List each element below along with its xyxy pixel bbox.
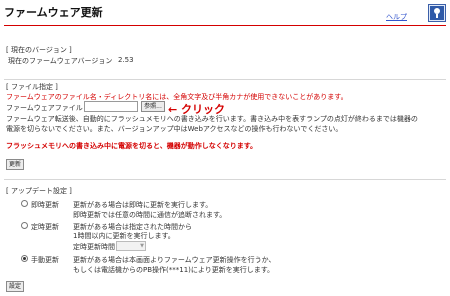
manual-update-desc2: もしくは電話機からのPB操作(***11)により更新を実行します。	[73, 266, 275, 274]
radio-manual-update[interactable]	[21, 255, 28, 262]
settings-button[interactable]: 設定	[6, 281, 24, 292]
scheduled-update-label: 定時更新	[31, 223, 59, 231]
current-version-section-title: [ 現在のバージョン ]	[6, 46, 72, 54]
file-section-title: [ ファイル指定 ]	[6, 83, 58, 91]
firmware-file-label: ファームウェアファイル	[6, 104, 83, 112]
flash-info-line2: 電源を切らないでください。また、バージョンアップ中はWebアクセスなどの操作も行…	[6, 125, 343, 133]
browse-button[interactable]: 参照...	[141, 101, 165, 112]
help-question-icon[interactable]	[428, 4, 446, 22]
update-settings-section-title: [ アップデート設定 ]	[6, 187, 72, 195]
radio-immediate-update[interactable]	[21, 200, 28, 207]
power-caution: フラッシュメモリへの書き込み中に電源を切ると、機器が動作しなくなります。	[6, 142, 258, 150]
current-version-label: 現在のファームウェアバージョン	[8, 57, 113, 65]
current-version-value: 2.53	[118, 56, 134, 64]
immediate-update-label: 即時更新	[31, 201, 59, 209]
manual-update-label: 手動更新	[31, 256, 59, 264]
scheduled-time-select[interactable]: ▼	[116, 241, 146, 251]
section-divider	[4, 79, 446, 80]
immediate-update-desc1: 更新がある場合は即時に更新を実行します。	[73, 201, 213, 209]
immediate-update-desc2: 即時更新では任意の時間に通信が追断されます。	[73, 211, 227, 219]
scheduled-time-label: 定時更新時間	[73, 243, 115, 251]
flash-info-line1: ファームウェア転送後、自動的にフラッシュメモリへの書き込みを行います。書き込み中…	[6, 115, 418, 123]
header-divider	[4, 25, 446, 26]
scheduled-update-desc2: 1時間以内に更新を実行します。	[73, 232, 175, 240]
page-title: ファームウェア更新	[4, 6, 103, 19]
help-question-icon-graphic	[430, 6, 444, 20]
manual-update-desc1: 更新がある場合は本画面よりファームウェア更新操作を行うか、	[73, 256, 276, 264]
chevron-down-icon: ▼	[140, 243, 144, 249]
firmware-file-input[interactable]	[84, 101, 138, 112]
update-button[interactable]: 更新	[6, 159, 24, 170]
section-divider	[4, 179, 446, 180]
help-link[interactable]: ヘルプ	[386, 12, 407, 22]
radio-scheduled-update[interactable]	[21, 222, 28, 229]
